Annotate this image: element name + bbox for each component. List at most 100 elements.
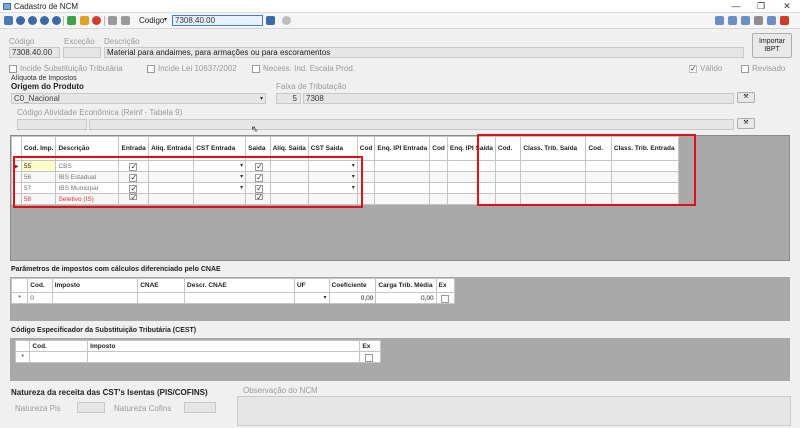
faixa-lookup-button[interactable]: ⚒: [737, 92, 755, 103]
faixa-num-field[interactable]: 5: [276, 93, 301, 104]
incide-st-checkbox[interactable]: [9, 65, 17, 73]
new-row-indicator-icon: *: [10, 292, 29, 304]
first-icon[interactable]: [16, 16, 25, 25]
window-title: Cadastro de NCM: [14, 2, 79, 11]
cnae-section-title: Parâmetros de impostos com cálculos dife…: [11, 266, 221, 273]
importar-ibpt-button[interactable]: Importar IBPT: [752, 33, 792, 58]
export-icon[interactable]: [741, 16, 750, 25]
cest-col-cod[interactable]: Cod.: [29, 340, 89, 352]
grid-header-row: Cod. Imposto CNAE Descr. CNAE UF Coefici…: [10, 278, 456, 293]
ibpt-label: IBPT: [764, 46, 780, 53]
atividade-desc-field[interactable]: [89, 119, 734, 130]
necess-checkbox[interactable]: [252, 65, 260, 73]
natureza-cofins-field[interactable]: [184, 402, 216, 413]
cnae-col-coef[interactable]: Coeficiente: [328, 278, 377, 293]
grid-header-row: Cod. Imposto Ex: [14, 340, 381, 352]
toolbar-separator: [104, 16, 105, 26]
descricao-field[interactable]: Material para andaimes, para armações ou…: [104, 47, 744, 58]
cnae-col-cnae[interactable]: CNAE: [137, 278, 186, 293]
app-icon: [3, 3, 11, 10]
natureza-pis-field[interactable]: [77, 402, 105, 413]
necess-label: Necess. Ind. Escala Prod.: [263, 64, 356, 73]
origem-label: Origem do Produto: [11, 82, 84, 91]
obs-textarea[interactable]: [237, 396, 791, 426]
codigo-label: Código: [9, 37, 35, 46]
atividade-code-field[interactable]: [17, 119, 87, 130]
valido-checkbox[interactable]: [689, 64, 697, 73]
cell-cod[interactable]: [29, 351, 89, 363]
excecao-field[interactable]: [63, 47, 101, 58]
faixa-label: Faixa de Tributação: [276, 82, 347, 91]
edit-icon[interactable]: [80, 16, 89, 25]
obs-label: Observação do NCM: [243, 386, 318, 395]
zoom-icon[interactable]: [728, 16, 737, 25]
table-row[interactable]: * 0 0,00 0,00: [10, 292, 456, 304]
incide-lei-checkbox[interactable]: [147, 65, 155, 73]
atividade-label: Código Atividade Econômica (Reinf - Tabe…: [17, 108, 183, 117]
cell-coef[interactable]: 0,00: [328, 292, 377, 304]
cnae-col-cod[interactable]: Cod.: [27, 278, 53, 293]
cell-uf[interactable]: [293, 292, 330, 304]
prev-icon[interactable]: [28, 16, 37, 25]
valido-label: Válido: [700, 64, 723, 73]
last-icon[interactable]: [52, 16, 61, 25]
cnae-col-imposto[interactable]: Imposto: [51, 278, 139, 293]
cest-col-imposto[interactable]: Imposto: [87, 340, 361, 352]
undo-icon[interactable]: [121, 16, 130, 25]
revisado-checkbox[interactable]: [741, 65, 749, 73]
descricao-label: Descrição: [104, 37, 140, 46]
help-icon[interactable]: [282, 16, 291, 25]
delete-icon[interactable]: [92, 16, 101, 25]
chevron-down-icon[interactable]: ▾: [164, 16, 167, 23]
lookup-icon: ⚒: [743, 120, 749, 126]
new-row-indicator-icon: *: [14, 351, 31, 363]
search-icon[interactable]: [266, 16, 275, 25]
col-cod-ipi-saida[interactable]: Cod: [429, 136, 448, 161]
table-row[interactable]: *: [14, 351, 381, 363]
col-enq-ipi-entrada[interactable]: Enq. IPI Entrada: [374, 136, 431, 161]
natureza-label: Natureza da receita das CST's Isentas (P…: [11, 388, 208, 397]
codigo-field[interactable]: 7308.40.00: [9, 47, 60, 58]
cnae-col-ex[interactable]: Ex: [435, 278, 456, 293]
exit-icon[interactable]: [780, 16, 789, 25]
new-icon[interactable]: [4, 16, 13, 25]
next-icon[interactable]: [40, 16, 49, 25]
cnae-grid: Cod. Imposto CNAE Descr. CNAE UF Coefici…: [10, 278, 456, 304]
cnae-col-descr[interactable]: Descr. CNAE: [184, 278, 295, 293]
cell-ex[interactable]: [359, 351, 381, 363]
atividade-lookup-button[interactable]: ⚒: [737, 118, 755, 129]
faixa-desc-field[interactable]: 7308: [303, 93, 734, 104]
importar-label: Importar: [758, 38, 786, 45]
minimize-button[interactable]: —: [727, 1, 745, 12]
mouse-cursor-icon: ⇖: [251, 124, 259, 134]
natureza-cofins-label: Natureza Cofins: [114, 404, 172, 413]
cnae-col-carga[interactable]: Carga Trib. Média: [375, 278, 437, 293]
close-button[interactable]: ✕: [778, 1, 796, 12]
title-bar: Cadastro de NCM — ❐ ✕: [0, 0, 800, 13]
cell-cod[interactable]: 0: [27, 292, 53, 304]
cell-imposto[interactable]: [87, 351, 361, 363]
cell-ex[interactable]: [435, 292, 456, 304]
save-icon[interactable]: [108, 16, 117, 25]
highlight-box-impostos: [13, 156, 363, 208]
aliquota-section-title: Alíquota de Impostos: [11, 75, 77, 82]
cest-col-ex[interactable]: Ex: [359, 340, 381, 352]
origem-select[interactable]: C0_Nacional: [11, 93, 266, 104]
restore-button[interactable]: ❐: [752, 1, 770, 12]
revisado-label: Revisado: [752, 64, 786, 73]
codigo-search-input[interactable]: 7308.40.00: [172, 15, 263, 26]
filter-icon[interactable]: [767, 16, 776, 25]
codigo-filter-label: Codigo: [139, 16, 165, 25]
cest-section-title: Código Especificador da Substituição Tri…: [11, 327, 197, 334]
ex-checkbox[interactable]: [440, 295, 449, 303]
print-icon[interactable]: [715, 16, 724, 25]
toolbar: Codigo ▾ 7308.40.00: [0, 13, 800, 29]
ex-checkbox[interactable]: [365, 354, 374, 362]
highlight-box-class-trib: [477, 134, 696, 206]
natureza-pis-label: Natureza Pis: [15, 404, 61, 413]
settings-icon[interactable]: [754, 16, 763, 25]
add-icon[interactable]: [67, 16, 76, 25]
cnae-col-uf[interactable]: UF: [293, 278, 330, 293]
cell-carga[interactable]: 0,00: [375, 292, 437, 304]
lookup-icon: ⚒: [743, 94, 749, 100]
